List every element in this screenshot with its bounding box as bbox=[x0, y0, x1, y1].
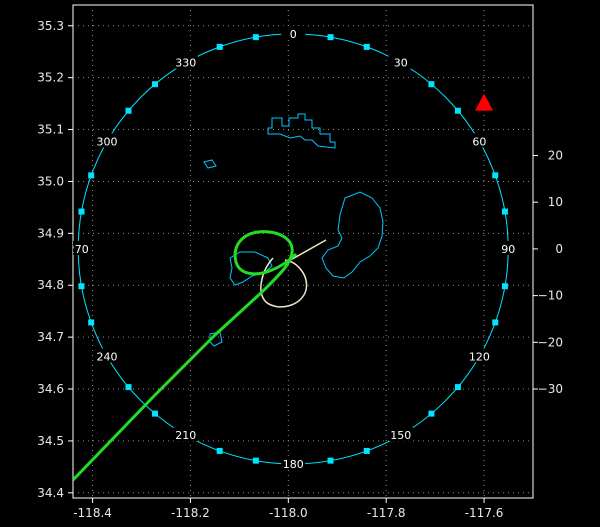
bearing-label-150: 150 bbox=[390, 429, 411, 442]
plot-frame bbox=[72, 4, 534, 499]
range-ring-marker bbox=[216, 43, 223, 50]
left-y-tick-label: 34.6 bbox=[37, 382, 64, 396]
range-ring-marker bbox=[252, 34, 259, 41]
range-ring-marker bbox=[125, 107, 132, 114]
range-ring-marker bbox=[492, 172, 499, 179]
range-ring-marker bbox=[454, 107, 461, 114]
bearing-label-60: 60 bbox=[472, 135, 486, 148]
range-ring-marker bbox=[152, 81, 159, 88]
bearing-label-0: 0 bbox=[290, 28, 297, 41]
range-ring-marker bbox=[88, 319, 95, 326]
range-ring-marker bbox=[327, 34, 334, 41]
x-axis-ticks: -118.4 -118.2 -118.0 -117.8 -117.6 bbox=[73, 498, 503, 520]
range-ring-marker bbox=[428, 81, 435, 88]
range-ring-marker bbox=[363, 43, 370, 50]
range-ring-marker bbox=[78, 283, 85, 290]
range-ring-marker bbox=[125, 384, 132, 391]
map-plot: -118.4 -118.2 -118.0 -117.8 -117.6 34.434.53… bbox=[37, 4, 563, 520]
left-y-tick-label: 35.2 bbox=[37, 71, 64, 85]
range-ring-marker bbox=[252, 457, 259, 464]
range-ring-marker bbox=[327, 457, 334, 464]
right-y-tick-label: 20 bbox=[548, 148, 563, 162]
bearing-label-210: 210 bbox=[175, 429, 196, 442]
bearing-label-30: 30 bbox=[394, 57, 408, 70]
right-y-tick-label: 10 bbox=[548, 195, 563, 209]
right-y-axis-ticks: 20 10 0 −10 −20 −30 bbox=[533, 148, 563, 396]
bearing-label-240: 240 bbox=[97, 350, 118, 363]
bearing-label-300: 300 bbox=[97, 135, 118, 148]
right-y-tick-label: −20 bbox=[538, 335, 563, 349]
bearing-label-90: 90 bbox=[501, 243, 515, 256]
right-y-tick-label: 0 bbox=[555, 242, 563, 256]
range-ring-marker bbox=[501, 283, 508, 290]
x-tick-label: -118.2 bbox=[171, 506, 210, 520]
x-tick-label: -118.0 bbox=[269, 506, 308, 520]
range-ring-marker bbox=[428, 410, 435, 417]
range-ring-marker bbox=[88, 172, 95, 179]
bearing-label-270: 270 bbox=[68, 243, 89, 256]
radar-map-view: -118.4 -118.2 -118.0 -117.8 -117.6 34.4 34.5 3… bbox=[0, 0, 600, 527]
left-y-axis-ticks: 34.4 34.5 34.6 34.7 34.8 34.9 35.0 35.1 35.2 35.3 bbox=[37, 19, 73, 500]
x-tick-label: -118.4 bbox=[73, 506, 112, 520]
left-y-tick-label: 34.8 bbox=[37, 278, 64, 292]
bearing-label-330: 330 bbox=[175, 57, 196, 70]
range-ring-marker bbox=[363, 447, 370, 454]
left-y-tick-label: 34.4 bbox=[37, 486, 64, 500]
bearing-label-180: 180 bbox=[283, 458, 304, 471]
left-y-tick-label: 34.5 bbox=[37, 434, 64, 448]
range-ring-marker bbox=[152, 410, 159, 417]
x-tick-label: -117.6 bbox=[465, 506, 504, 520]
range-ring-marker bbox=[454, 384, 461, 391]
range-ring-marker bbox=[78, 208, 85, 215]
left-y-tick-label: 34.9 bbox=[37, 226, 64, 240]
range-ring-marker bbox=[216, 447, 223, 454]
left-y-tick-label: 35.0 bbox=[37, 174, 64, 188]
range-ring-marker bbox=[492, 319, 499, 326]
range-ring-marker bbox=[501, 208, 508, 215]
left-y-tick-label: 35.3 bbox=[37, 19, 64, 33]
right-y-tick-label: −30 bbox=[538, 382, 563, 396]
x-tick-label: -117.8 bbox=[367, 506, 406, 520]
right-y-tick-label: −10 bbox=[538, 289, 563, 303]
bearing-label-120: 120 bbox=[469, 350, 490, 363]
left-y-tick-label: 34.7 bbox=[37, 330, 64, 344]
left-y-tick-label: 35.1 bbox=[37, 123, 64, 137]
